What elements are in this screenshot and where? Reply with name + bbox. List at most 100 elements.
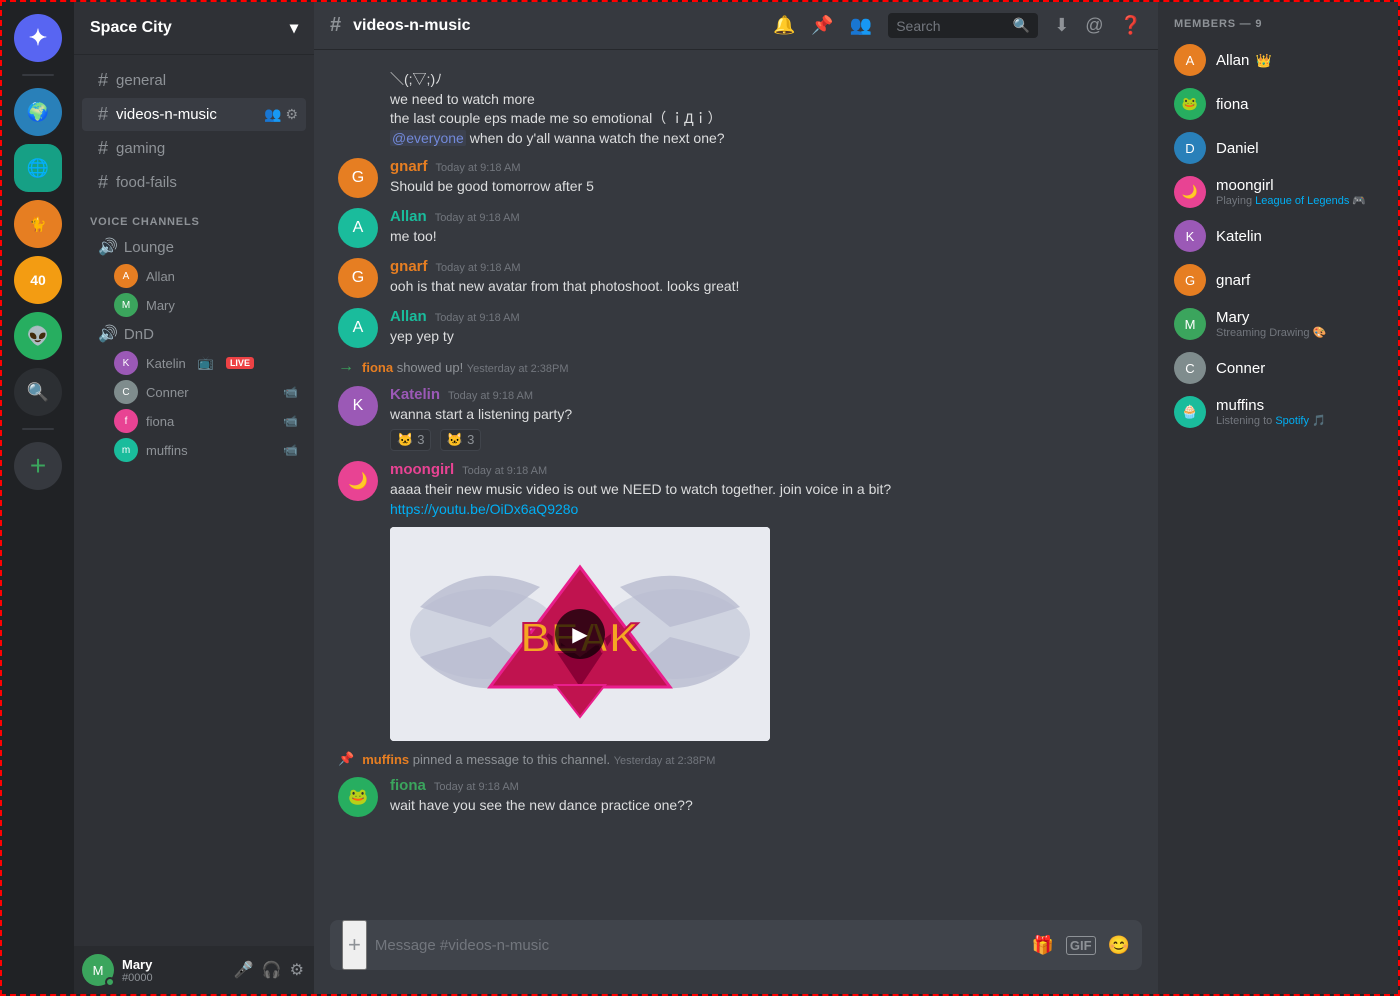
channel-header: # videos-n-music 🔔 📌 👥 Search 🔍 ⬇ @ ❓ bbox=[314, 2, 1158, 50]
server-icon-space[interactable]: 🌐 bbox=[14, 144, 62, 192]
member-item-fiona[interactable]: 🐸 fiona bbox=[1166, 82, 1390, 126]
msg-text-more2: the last couple eps made me so emotional… bbox=[390, 109, 1134, 129]
attach-button[interactable]: + bbox=[342, 920, 367, 970]
voice-member-fiona[interactable]: f fiona 📹 bbox=[82, 407, 306, 435]
voice-member-muffins[interactable]: m muffins 📹 bbox=[82, 436, 306, 464]
header-icons: 🔔 📌 👥 Search 🔍 ⬇ @ ❓ bbox=[773, 13, 1142, 38]
avatar-member-fiona: 🐸 bbox=[1174, 88, 1206, 120]
settings-button[interactable]: ⚙ bbox=[288, 958, 306, 982]
inbox-button[interactable]: ⬇ bbox=[1054, 15, 1069, 36]
server-divider bbox=[22, 74, 54, 76]
channel-item-general[interactable]: # general bbox=[82, 64, 306, 97]
member-item-gnarf[interactable]: G gnarf bbox=[1166, 258, 1390, 302]
hash-icon-3: # bbox=[98, 138, 108, 159]
msg-author-allan1[interactable]: Allan bbox=[390, 208, 427, 225]
search-box[interactable]: Search 🔍 bbox=[888, 13, 1038, 38]
mute-button[interactable]: 🎤 bbox=[232, 958, 256, 982]
notifications-button[interactable]: 🔔 bbox=[773, 15, 795, 36]
reaction-cat1[interactable]: 🐱 3 bbox=[390, 429, 431, 451]
voice-member-katelin[interactable]: K Katelin 📺 LIVE bbox=[82, 349, 306, 377]
hash-icon: # bbox=[98, 70, 108, 91]
msg-author-gnarf1[interactable]: gnarf bbox=[390, 158, 428, 175]
members-button[interactable]: 👥 bbox=[850, 15, 872, 36]
live-badge: LIVE bbox=[226, 357, 254, 369]
everyone-mention[interactable]: @everyone bbox=[390, 130, 466, 146]
msg-content-allan2: Allan Today at 9:18 AM yep yep ty bbox=[390, 308, 1134, 348]
deafen-button[interactable]: 🎧 bbox=[260, 958, 284, 982]
system-user-muffins[interactable]: muffins bbox=[362, 752, 409, 767]
settings-icon[interactable]: ⚙ bbox=[285, 106, 298, 123]
system-timestamp-fiona: Yesterday at 2:38PM bbox=[467, 363, 569, 375]
msg-author-allan2[interactable]: Allan bbox=[390, 308, 427, 325]
message-input-box: + 🎁 GIF 😊 bbox=[330, 920, 1142, 970]
message-input[interactable] bbox=[375, 925, 1024, 966]
avatar-moongirl: 🌙 bbox=[338, 461, 378, 501]
channel-item-gaming[interactable]: # gaming bbox=[82, 132, 306, 165]
mention-button[interactable]: @ bbox=[1085, 15, 1103, 36]
search-placeholder: Search bbox=[896, 18, 940, 34]
pinned-system-message: 📌 muffins pinned a message to this chann… bbox=[330, 747, 1142, 771]
gif-button[interactable]: GIF bbox=[1066, 936, 1096, 955]
server-icon-search[interactable]: 🔍 bbox=[14, 368, 62, 416]
avatar-allan2: A bbox=[338, 308, 378, 348]
member-name-katelin: Katelin bbox=[1216, 228, 1382, 245]
member-info-muffins: muffins Listening to Spotify 🎵 bbox=[1216, 397, 1382, 427]
channel-header-hash: # bbox=[330, 14, 341, 37]
server-divider-2 bbox=[22, 428, 54, 430]
youtube-link[interactable]: https://youtu.be/OiDx6aQ928o bbox=[390, 501, 578, 517]
voice-member-allan[interactable]: A Allan bbox=[82, 262, 306, 290]
msg-author-gnarf2[interactable]: gnarf bbox=[390, 258, 428, 275]
pin-button[interactable]: 📌 bbox=[811, 15, 833, 36]
server-icon-planet[interactable]: 🌍 bbox=[14, 88, 62, 136]
channel-item-food-fails[interactable]: # food-fails bbox=[82, 166, 306, 199]
voice-member-name-conner: Conner bbox=[146, 385, 189, 400]
member-item-katelin[interactable]: K Katelin bbox=[1166, 214, 1390, 258]
add-server-button[interactable]: + bbox=[14, 442, 62, 490]
msg-author-fiona[interactable]: fiona bbox=[390, 777, 426, 794]
msg-author-katelin[interactable]: Katelin bbox=[390, 386, 440, 403]
gift-button[interactable]: 🎁 bbox=[1031, 935, 1053, 956]
member-item-daniel[interactable]: D Daniel bbox=[1166, 126, 1390, 170]
msg-text-gnarf1: Should be good tomorrow after 5 bbox=[390, 177, 1134, 197]
system-message-fiona: → fiona showed up! Yesterday at 2:38PM bbox=[330, 354, 1142, 380]
channel-header-name: videos-n-music bbox=[353, 17, 470, 35]
server-icon-cat[interactable]: 🐈 bbox=[14, 200, 62, 248]
video-embed[interactable]: BEAK ▶ bbox=[390, 527, 770, 741]
voice-channel-dnd[interactable]: 🔊 DnD bbox=[82, 320, 306, 348]
play-button[interactable]: ▶ bbox=[555, 609, 605, 659]
channel-item-videos-n-music[interactable]: # videos-n-music 👥 ⚙ bbox=[82, 98, 306, 131]
member-item-muffins[interactable]: 🧁 muffins Listening to Spotify 🎵 bbox=[1166, 390, 1390, 434]
avatar-fiona-sm: f bbox=[114, 409, 138, 433]
member-name-gnarf: gnarf bbox=[1216, 272, 1382, 289]
pinned-text: muffins pinned a message to this channel… bbox=[362, 752, 715, 767]
voice-member-mary[interactable]: M Mary bbox=[82, 291, 306, 319]
emoji-button[interactable]: 😊 bbox=[1108, 935, 1130, 956]
message-group-continuation: ＼(;▽;)ﾉ we need to watch more the last c… bbox=[330, 66, 1142, 152]
reaction-cat2[interactable]: 🐱 3 bbox=[440, 429, 481, 451]
avatar-gnarf2: G bbox=[338, 258, 378, 298]
system-user-fiona[interactable]: fiona bbox=[362, 360, 393, 375]
pin-icon: 📌 bbox=[338, 751, 354, 767]
server-icon-alien[interactable]: 👽 bbox=[14, 312, 62, 360]
member-item-conner[interactable]: C Conner bbox=[1166, 346, 1390, 390]
msg-text-moongirl: aaaa their new music video is out we NEE… bbox=[390, 480, 1134, 500]
help-button[interactable]: ❓ bbox=[1120, 15, 1142, 36]
voice-channel-lounge[interactable]: 🔊 Lounge bbox=[82, 233, 306, 261]
avatar-member-gnarf: G bbox=[1174, 264, 1206, 296]
voice-member-conner[interactable]: C Conner 📹 bbox=[82, 378, 306, 406]
message-group-fiona: 🐸 fiona Today at 9:18 AM wait have you s… bbox=[330, 773, 1142, 821]
server-icon-40[interactable]: 40 bbox=[14, 256, 62, 304]
msg-header-allan1: Allan Today at 9:18 AM bbox=[390, 208, 1134, 225]
msg-header-allan2: Allan Today at 9:18 AM bbox=[390, 308, 1134, 325]
voice-channel-name-lounge: Lounge bbox=[124, 239, 174, 256]
discord-icon[interactable]: ✦ bbox=[14, 14, 62, 62]
msg-author-moongirl[interactable]: moongirl bbox=[390, 461, 454, 478]
voice-section-label: VOICE CHANNELS bbox=[74, 200, 314, 232]
server-header[interactable]: Space City ▾ bbox=[74, 2, 314, 55]
member-item-mary[interactable]: M Mary Streaming Drawing 🎨 bbox=[1166, 302, 1390, 346]
voice-channel-name-dnd: DnD bbox=[124, 326, 154, 343]
avatar-member-moongirl: 🌙 bbox=[1174, 176, 1206, 208]
add-member-icon[interactable]: 👥 bbox=[264, 106, 281, 123]
member-item-moongirl[interactable]: 🌙 moongirl Playing League of Legends 🎮 bbox=[1166, 170, 1390, 214]
member-item-allan[interactable]: A Allan 👑 bbox=[1166, 38, 1390, 82]
